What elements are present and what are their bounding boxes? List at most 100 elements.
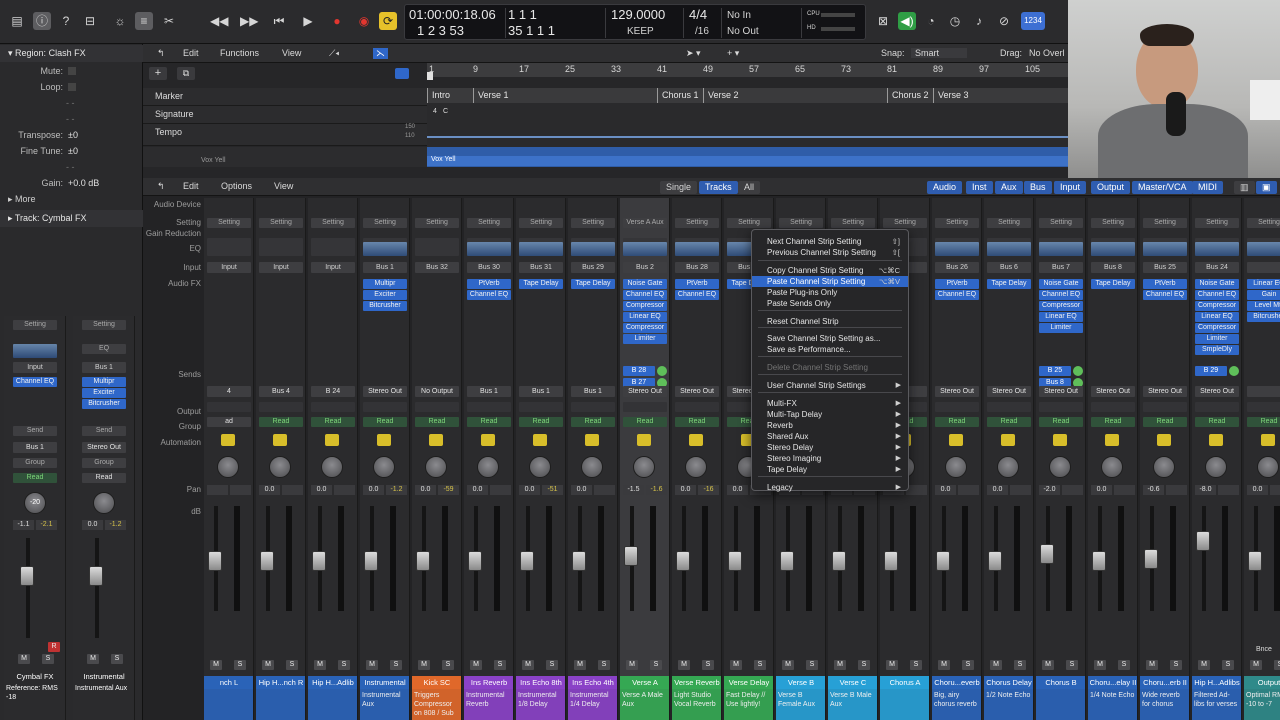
eq-slot[interactable] (311, 238, 355, 256)
volume-readout[interactable]: 0.0 (363, 485, 384, 495)
eq-thumbnail[interactable] (675, 242, 719, 256)
record-icon[interactable]: ● (328, 12, 346, 30)
mute-button[interactable]: M (210, 660, 222, 670)
cycle-icon[interactable]: ⟳ (379, 12, 397, 30)
eq-thumbnail[interactable] (935, 242, 979, 256)
input-slot[interactable]: Bus 6 (987, 262, 1031, 273)
mode-tracks[interactable]: Tracks (699, 181, 738, 194)
audio-fx-slot[interactable]: PtVerb (675, 279, 719, 289)
pencil-tool-icon[interactable]: + ▾ (727, 48, 739, 59)
input-slot[interactable]: Input (13, 362, 57, 373)
solo-button[interactable]: S (858, 660, 870, 670)
automation-mode[interactable]: Read (1091, 417, 1135, 427)
volume-readout[interactable] (207, 485, 228, 495)
track-header-peek[interactable]: Vox Yell (143, 147, 427, 167)
pan-knob[interactable] (373, 456, 395, 478)
mute-button[interactable]: M (886, 660, 898, 670)
pan-knob[interactable] (1257, 456, 1279, 478)
volume-fader[interactable] (416, 551, 430, 571)
strip-name[interactable]: Choru...everb (932, 676, 981, 689)
automation-mode[interactable]: Read (1195, 417, 1239, 427)
volume-fader[interactable] (260, 551, 274, 571)
drag-select[interactable]: No Overl (1029, 48, 1065, 58)
volume-fader[interactable] (468, 551, 482, 571)
menu-item[interactable]: Paste Channel Strip Setting ⌥⌘V (752, 276, 908, 287)
duplicate-track-icon[interactable]: ⧉ (177, 67, 195, 80)
audio-fx-slot[interactable]: Level Mtr (1247, 301, 1280, 311)
marker-intro[interactable]: Intro (427, 88, 473, 103)
region-header[interactable]: ▾ Region: Clash FX (0, 45, 143, 62)
mute-button[interactable]: M (626, 660, 638, 670)
channel-strip[interactable]: Setting Bus 8 Tape Delay Stereo Out Read 0.0 M… (1088, 198, 1138, 720)
library-icon[interactable]: ▤ (8, 12, 26, 30)
catch-icon[interactable]: ⟋◂ (329, 48, 339, 59)
group-slot[interactable] (571, 402, 615, 412)
clock-icon[interactable] (949, 434, 963, 446)
group-slot[interactable] (1039, 402, 1083, 412)
input-slot[interactable]: Bus 31 (519, 262, 563, 273)
lcd-display[interactable]: 01:00:00:18.06 1 2 3 53 1 1 1 35 1 1 1 1… (404, 4, 866, 40)
solo-button[interactable]: S (1066, 660, 1078, 670)
channel-strip[interactable]: Setting Bus 7 Noise Gate Channel EQ Compress… (1036, 198, 1086, 720)
automation-mode[interactable]: Read (571, 417, 615, 427)
volume-readout[interactable]: 0.0 (467, 485, 488, 495)
strip-name[interactable]: nch L (204, 676, 253, 689)
eq-label[interactable]: EQ (82, 344, 126, 354)
add-track-button[interactable]: + (149, 67, 167, 80)
counter-icon[interactable]: ⊘ (995, 12, 1013, 30)
mute-row[interactable]: Mute: (0, 64, 143, 79)
filter-bus[interactable]: Bus (1024, 181, 1052, 194)
eq-thumbnail[interactable] (1039, 242, 1083, 256)
output-slot[interactable]: Bus 1 (519, 386, 563, 397)
solo-button[interactable]: S (1170, 660, 1182, 670)
audio-fx-slot[interactable]: Channel EQ (623, 290, 667, 300)
menu-item[interactable]: Save as Performance... (752, 344, 908, 355)
volume-fader[interactable] (520, 551, 534, 571)
setting-button[interactable]: Setting (363, 218, 407, 228)
output-slot[interactable]: Stereo Out (623, 386, 667, 397)
solo-button[interactable]: S (338, 660, 350, 670)
channel-strip[interactable]: Setting Bus 6 Tape Delay Stereo Out Read 0.0 M… (984, 198, 1034, 720)
pan-knob[interactable] (269, 456, 291, 478)
input-slot[interactable]: Bus 7 (1039, 262, 1083, 273)
setting-button[interactable]: Setting (82, 320, 126, 330)
setting-button[interactable]: Setting (1195, 218, 1239, 228)
filter-master-vca[interactable]: Master/VCA (1132, 181, 1193, 194)
clock-icon[interactable] (1157, 434, 1171, 446)
group-slot[interactable] (467, 402, 511, 412)
audio-fx-slot[interactable]: Noise Gate (1039, 279, 1083, 289)
group-slot[interactable] (1143, 402, 1187, 412)
division[interactable]: /16 (695, 26, 709, 37)
input-slot[interactable]: Bus 32 (415, 262, 459, 273)
pan-knob[interactable] (1205, 456, 1227, 478)
audio-fx-slot[interactable]: Linear EQ (1195, 312, 1239, 322)
strip-name[interactable]: Verse B (776, 676, 825, 689)
setting-button[interactable]: Setting (415, 218, 459, 228)
key-value[interactable]: C (443, 108, 448, 115)
strip-name[interactable]: Choru...elay II (1088, 676, 1137, 689)
fx-slot-3[interactable]: Bitcrusher (82, 399, 126, 409)
automation-mode[interactable]: Read (13, 473, 57, 483)
menu-item[interactable]: Paste Sends Only (752, 298, 908, 309)
audio-fx-slot[interactable]: Exciter (363, 290, 407, 300)
volume-fader[interactable] (1144, 549, 1158, 569)
output-slot[interactable]: Stereo Out (935, 386, 979, 397)
solo-button[interactable]: S (806, 660, 818, 670)
mute-button[interactable]: M (262, 660, 274, 670)
marker-chorus-2[interactable]: Chorus 2 (887, 88, 933, 103)
input-slot[interactable]: Bus 24 (1195, 262, 1239, 273)
volume-readout[interactable]: 0.0 (415, 485, 436, 495)
volume-readout[interactable]: 0.0 (519, 485, 540, 495)
forward-icon[interactable]: ▶▶ (240, 12, 258, 30)
wide-view-icon[interactable]: ▣ (1256, 181, 1277, 194)
strip-name[interactable]: Chorus B (1036, 676, 1085, 689)
clock-icon[interactable] (325, 434, 339, 446)
mute-button[interactable]: M (990, 660, 1002, 670)
automation-mode[interactable]: Read (82, 473, 126, 483)
eq-thumbnail[interactable] (1143, 242, 1187, 256)
input-slot[interactable]: Bus 30 (467, 262, 511, 273)
output-slot[interactable]: Stereo Out (675, 386, 719, 397)
solo-button[interactable]: S (286, 660, 298, 670)
tracks-view-menu[interactable]: View (282, 48, 301, 58)
clock-icon[interactable] (1053, 434, 1067, 446)
